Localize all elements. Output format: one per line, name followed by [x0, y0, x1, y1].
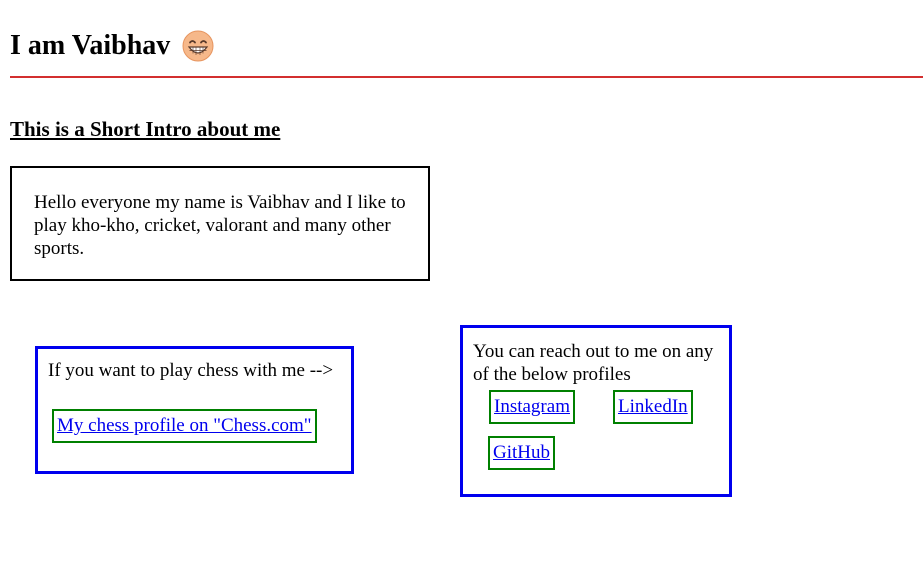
title-row: I am Vaibhav: [10, 28, 214, 64]
instagram-link-box: Instagram: [489, 390, 575, 424]
chess-link-box: My chess profile on "Chess.com": [52, 409, 317, 443]
reach-box: You can reach out to me on any of the be…: [460, 325, 732, 497]
page: I am Vaibhav This is a Short Intro about…: [0, 0, 923, 578]
instagram-link[interactable]: Instagram: [494, 396, 570, 417]
linkedin-link-box: LinkedIn: [613, 390, 693, 424]
header-divider: [10, 76, 923, 78]
reach-text: You can reach out to me on any of the be…: [473, 341, 714, 385]
linkedin-link[interactable]: LinkedIn: [618, 396, 688, 417]
intro-box: Hello everyone my name is Vaibhav and I …: [10, 166, 430, 281]
chess-profile-link[interactable]: My chess profile on "Chess.com": [57, 415, 312, 436]
chess-box: If you want to play chess with me --> My…: [35, 346, 354, 474]
chess-text: If you want to play chess with me -->: [48, 360, 334, 381]
grinning-face-icon: [182, 30, 214, 62]
intro-text: Hello everyone my name is Vaibhav and I …: [34, 192, 406, 259]
page-title: I am Vaibhav: [10, 30, 171, 61]
github-link[interactable]: GitHub: [493, 442, 550, 463]
github-link-box: GitHub: [488, 436, 555, 470]
intro-heading: This is a Short Intro about me: [10, 117, 281, 141]
